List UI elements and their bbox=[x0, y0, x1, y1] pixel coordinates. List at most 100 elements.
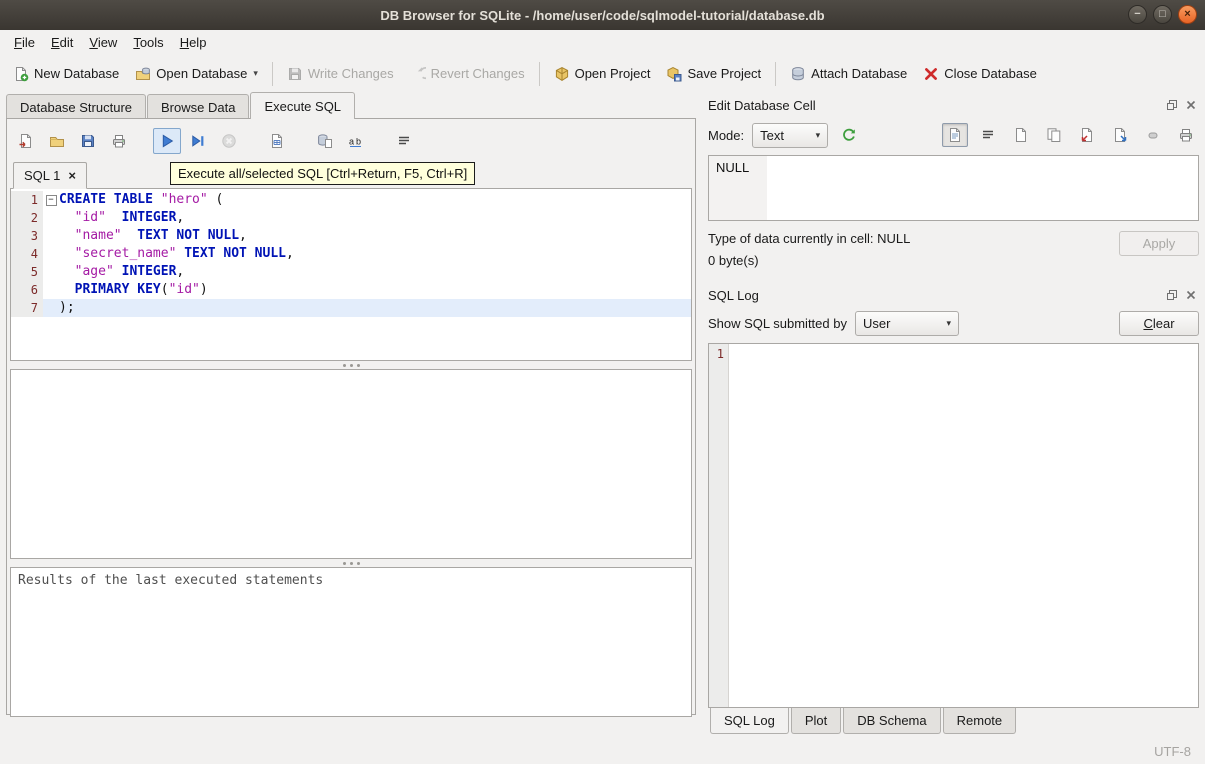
splitter-handle[interactable] bbox=[10, 361, 692, 369]
cell-editor-body bbox=[767, 156, 1198, 220]
close-panel-icon[interactable] bbox=[1185, 99, 1197, 111]
copy-data-button[interactable] bbox=[1041, 123, 1067, 147]
import-data-button[interactable] bbox=[1074, 123, 1100, 147]
open-sql-new-tab-button[interactable] bbox=[12, 128, 40, 154]
open-sql-file-button[interactable] bbox=[43, 128, 71, 154]
results-table[interactable] bbox=[10, 369, 692, 559]
clear-log-button[interactable]: Clear bbox=[1119, 311, 1199, 336]
line-number: 5 bbox=[11, 263, 43, 281]
apply-button[interactable]: Apply bbox=[1119, 231, 1199, 256]
fold-gutter bbox=[43, 263, 59, 281]
open-database-button[interactable]: Open Database ▾ bbox=[128, 61, 265, 87]
word-wrap-button[interactable] bbox=[975, 123, 1001, 147]
revert-icon bbox=[410, 66, 426, 82]
sql-log-title: SQL Log bbox=[708, 287, 759, 303]
print-sql-button[interactable] bbox=[105, 128, 133, 154]
tab-sql1[interactable]: SQL 1 × bbox=[13, 162, 87, 189]
menu-file[interactable]: File bbox=[6, 32, 43, 53]
line-number: 3 bbox=[11, 227, 43, 245]
close-panel-icon[interactable] bbox=[1185, 289, 1197, 301]
fold-gutter bbox=[43, 227, 59, 245]
new-database-button[interactable]: New Database bbox=[6, 61, 126, 87]
tab-browse-data[interactable]: Browse Data bbox=[147, 94, 250, 119]
splitter-handle[interactable] bbox=[10, 559, 692, 567]
export-to-csv-button[interactable] bbox=[263, 128, 291, 154]
menu-tools[interactable]: Tools bbox=[125, 32, 171, 53]
close-database-button[interactable]: Close Database bbox=[916, 61, 1044, 87]
set-null-icon bbox=[1145, 127, 1161, 143]
sql-log-dock-buttons bbox=[1166, 289, 1199, 301]
stop-execution-button[interactable] bbox=[215, 128, 243, 154]
open-project-button[interactable]: Open Project bbox=[547, 61, 658, 87]
cell-size-info: 0 byte(s) bbox=[708, 253, 759, 268]
code-text: "secret_name" TEXT NOT NULL, bbox=[74, 246, 294, 261]
export-data-button[interactable] bbox=[1107, 123, 1133, 147]
find-replace-button[interactable]: ab bbox=[342, 128, 370, 154]
red-x-icon bbox=[923, 66, 939, 82]
mode-select[interactable]: Text ▾ bbox=[752, 122, 829, 148]
import-data-icon bbox=[1079, 127, 1095, 143]
dropdown-caret-icon[interactable]: ▾ bbox=[253, 68, 258, 79]
sql-toolbar: ab bbox=[10, 122, 692, 160]
text-mode-icon bbox=[947, 127, 963, 143]
sql-editor[interactable]: 1− CREATE TABLE "hero" (2 "id" INTEGER, 3 … bbox=[10, 189, 692, 361]
revert-changes-button[interactable]: Revert Changes bbox=[403, 61, 532, 87]
minimize-button[interactable]: − bbox=[1128, 5, 1147, 24]
left-pane: Database Structure Browse Data Execute SQL… bbox=[6, 92, 696, 738]
app-window: { "window": { "title": "DB Browser for S… bbox=[0, 0, 1205, 764]
svg-text:b: b bbox=[356, 137, 361, 147]
menu-view[interactable]: View bbox=[81, 32, 125, 53]
code-text: ); bbox=[59, 299, 691, 317]
close-tab-icon[interactable]: × bbox=[68, 169, 76, 182]
tab-database-structure[interactable]: Database Structure bbox=[6, 94, 147, 119]
format-sql-icon bbox=[396, 133, 412, 149]
find-replace-icon: ab bbox=[348, 133, 364, 149]
write-changes-button[interactable]: Write Changes bbox=[280, 61, 401, 87]
main-tabbar: Database Structure Browse Data Execute SQL bbox=[6, 92, 696, 119]
execute-all-button[interactable] bbox=[153, 128, 181, 154]
save-project-button[interactable]: Save Project bbox=[659, 61, 768, 87]
cell-editor[interactable]: NULL bbox=[708, 155, 1199, 221]
menu-edit[interactable]: Edit bbox=[43, 32, 81, 53]
print-sql-icon bbox=[111, 133, 127, 149]
editor-line: 1− CREATE TABLE "hero" ( bbox=[11, 191, 691, 209]
tab-plot[interactable]: Plot bbox=[790, 708, 842, 734]
code-text: CREATE TABLE "hero" ( bbox=[59, 192, 224, 207]
maximize-button[interactable]: □ bbox=[1153, 5, 1172, 24]
export-data-icon bbox=[1112, 127, 1128, 143]
execute-current-line-button[interactable] bbox=[184, 128, 212, 154]
execute-current-line-icon bbox=[190, 133, 206, 149]
toolbar-separator bbox=[538, 61, 540, 86]
auto-switch-mode-button[interactable] bbox=[836, 123, 862, 147]
open-sql-new-tab-icon bbox=[18, 133, 34, 149]
tab-execute-sql[interactable]: Execute SQL bbox=[250, 92, 356, 119]
cell-info-texts: Type of data currently in cell: NULL 0 b… bbox=[708, 231, 1119, 268]
print-data-button[interactable] bbox=[1173, 123, 1199, 147]
tab-remote[interactable]: Remote bbox=[942, 708, 1017, 734]
save-as-view-button[interactable] bbox=[311, 128, 339, 154]
mode-row: Mode: Text ▾ bbox=[708, 118, 1199, 152]
menu-help[interactable]: Help bbox=[172, 32, 215, 53]
sql-log-view[interactable]: 1 bbox=[708, 343, 1199, 708]
log-filter-value: User bbox=[862, 316, 891, 331]
close-button[interactable]: × bbox=[1178, 5, 1197, 24]
attach-database-button[interactable]: Attach Database bbox=[783, 61, 914, 87]
line-number: 1 bbox=[11, 191, 43, 209]
tab-sql-log[interactable]: SQL Log bbox=[710, 708, 789, 734]
float-panel-icon[interactable] bbox=[1166, 99, 1178, 111]
log-filter-select[interactable]: User ▾ bbox=[854, 311, 959, 336]
open-in-external-icon bbox=[1013, 127, 1029, 143]
tab-db-schema[interactable]: DB Schema bbox=[843, 708, 941, 734]
set-null-button[interactable] bbox=[1140, 123, 1166, 147]
results-message[interactable]: Results of the last executed statements bbox=[10, 567, 692, 717]
fold-gutter bbox=[43, 299, 59, 317]
line-number: 7 bbox=[11, 299, 43, 317]
float-panel-icon[interactable] bbox=[1166, 289, 1178, 301]
toolbar-separator bbox=[271, 61, 273, 86]
save-sql-file-button[interactable] bbox=[74, 128, 102, 154]
close-database-label: Close Database bbox=[944, 66, 1037, 81]
fold-collapse-icon[interactable]: − bbox=[45, 194, 57, 206]
format-sql-button[interactable] bbox=[390, 128, 418, 154]
open-in-external-button[interactable] bbox=[1008, 123, 1034, 147]
text-mode-button[interactable] bbox=[942, 123, 968, 147]
